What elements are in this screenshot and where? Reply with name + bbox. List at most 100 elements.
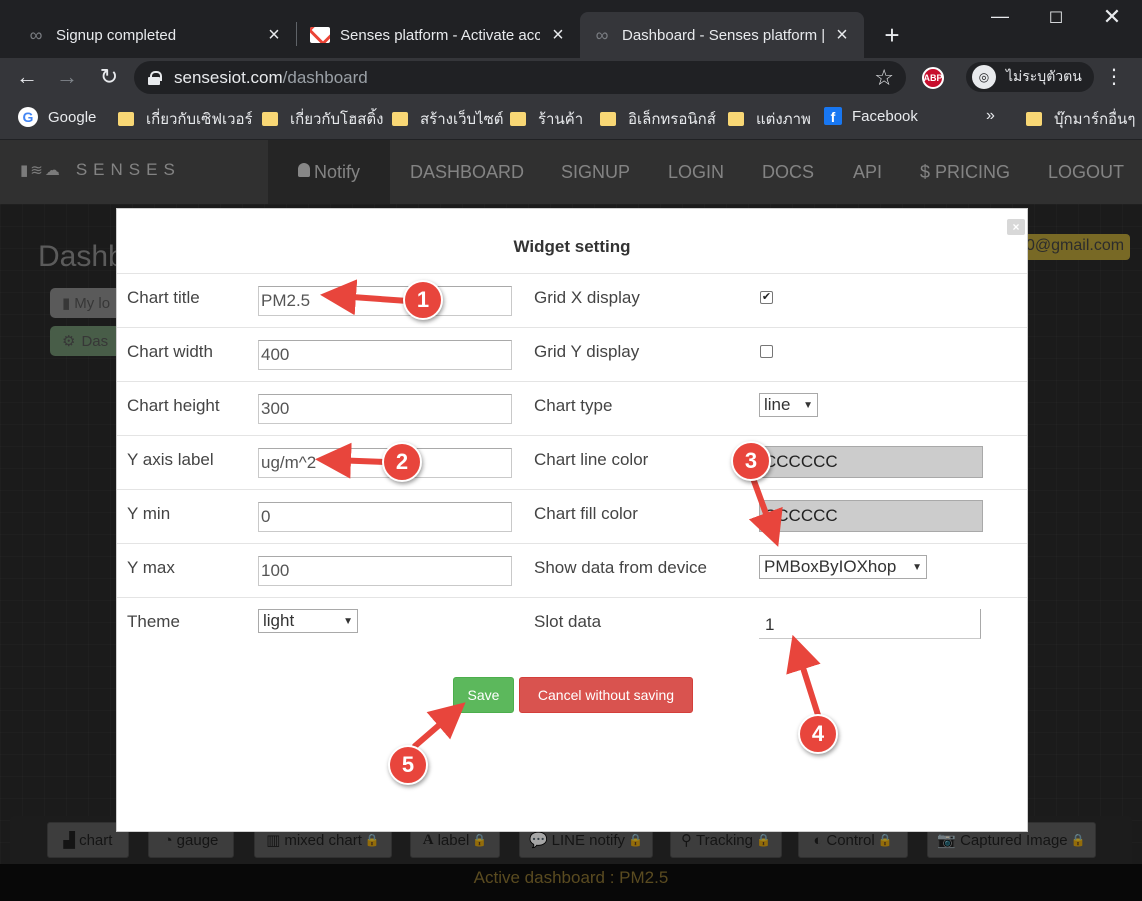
folder-icon	[510, 112, 526, 126]
chart-width-input[interactable]	[258, 340, 512, 370]
gmail-icon	[310, 27, 330, 43]
field-label: Grid Y display	[534, 342, 640, 361]
chart-fill-color-input[interactable]: CCCCCC	[759, 500, 983, 532]
window-close-icon[interactable]: ✕	[1100, 4, 1124, 30]
bookmarks-overflow[interactable]: »	[986, 107, 995, 125]
annotation-marker-5: 5	[388, 745, 428, 785]
field-label: Chart fill color	[534, 504, 638, 523]
minimize-icon[interactable]: —	[988, 6, 1012, 27]
widget-setting-modal: × Widget setting Chart title Grid X disp…	[116, 208, 1028, 832]
forward-icon[interactable]: →	[54, 64, 80, 90]
field-label: Chart type	[534, 396, 613, 415]
annotation-marker-1: 1	[403, 280, 443, 320]
dropdown-arrow-icon: ▼	[912, 561, 922, 573]
field-label: Grid X display	[534, 288, 640, 307]
loop-icon: ∞	[29, 24, 43, 45]
address-bar[interactable]: sensesiot.com/dashboard ☆	[134, 61, 906, 94]
annotation-marker-4: 4	[798, 714, 838, 754]
field-label: Chart width	[127, 342, 213, 361]
maximize-icon[interactable]: ☐	[1044, 8, 1068, 28]
field-label: Y max	[127, 558, 175, 577]
folder-icon	[392, 112, 408, 126]
select-value: line	[764, 395, 791, 414]
device-select[interactable]: PMBoxByIOXhop ▼	[759, 555, 927, 579]
field-label: Slot data	[534, 612, 602, 631]
bookmark-star-icon[interactable]: ☆	[874, 65, 894, 91]
bookmark-folder[interactable]: ร้านค้า	[510, 107, 583, 131]
folder-icon	[118, 112, 134, 126]
cancel-without-saving-button[interactable]: Cancel without saving	[519, 677, 693, 713]
settings-row: Theme light ▼ Slot data 1	[117, 597, 1027, 651]
field-label: Chart title	[127, 288, 200, 307]
url-host: sensesiot.com	[174, 67, 283, 87]
theme-select[interactable]: light ▼	[258, 609, 358, 633]
bookmark-folder[interactable]: สร้างเว็บไซต์	[392, 107, 504, 131]
field-label: Y min	[127, 504, 171, 523]
settings-row: Y min Chart fill color CCCCCC	[117, 489, 1027, 543]
bookmark-label: Google	[48, 108, 97, 126]
folder-icon	[600, 112, 616, 126]
browser-menu-icon[interactable]: ⋮	[1104, 64, 1124, 89]
bookmark-label: ร้านค้า	[538, 111, 584, 128]
new-tab-icon[interactable]: +	[880, 20, 904, 51]
save-button[interactable]: Save	[453, 677, 514, 713]
back-icon[interactable]: ←	[14, 64, 40, 90]
annotation-marker-3: 3	[731, 441, 771, 481]
tab-dashboard[interactable]: ∞ Dashboard - Senses platform | ×	[580, 12, 864, 58]
field-label: Y axis label	[127, 450, 214, 469]
y-min-input[interactable]	[258, 502, 512, 532]
field-label: Chart line color	[534, 450, 649, 469]
close-icon[interactable]: ×	[832, 24, 852, 47]
settings-row: Chart width Grid Y display	[117, 327, 1027, 381]
browser-tab-bar: ∞ Signup completed × Senses platform - A…	[0, 0, 1142, 58]
bookmark-google[interactable]: G Google	[18, 107, 96, 127]
lock-icon	[148, 70, 162, 85]
field-label: Chart height	[127, 396, 220, 415]
bookmark-folder[interactable]: แต่งภาพ	[728, 107, 811, 131]
facebook-icon: f	[824, 107, 842, 125]
incognito-icon: ◎	[972, 65, 996, 89]
modal-close-icon[interactable]: ×	[1007, 219, 1025, 235]
folder-icon	[262, 112, 278, 126]
settings-row: Chart title Grid X display ✔	[117, 273, 1027, 327]
dropdown-arrow-icon: ▼	[343, 615, 353, 627]
chart-height-input[interactable]	[258, 394, 512, 424]
adblock-icon[interactable]: ABP	[922, 67, 944, 89]
bookmark-facebook[interactable]: f Facebook	[824, 107, 918, 125]
chart-type-select[interactable]: line ▼	[759, 393, 818, 417]
url-path: /dashboard	[282, 67, 368, 87]
grid-y-checkbox[interactable]	[760, 345, 773, 358]
select-value: light	[263, 611, 295, 630]
tab-activate-account[interactable]: Senses platform - Activate acco ×	[298, 12, 580, 58]
grid-x-checkbox[interactable]: ✔	[760, 291, 773, 304]
bookmark-folder[interactable]: เกี่ยวกับโฮสติ้ง	[262, 107, 383, 131]
incognito-profile[interactable]: ◎ ไม่ระบุตัวตน	[966, 62, 1094, 92]
tab-title: Dashboard - Senses platform |	[622, 26, 824, 44]
chart-line-color-input[interactable]: CCCCCC	[759, 446, 983, 478]
tab-separator	[296, 22, 297, 46]
tab-title: Signup completed	[56, 26, 177, 44]
tab-signup-completed[interactable]: ∞ Signup completed ×	[14, 12, 296, 58]
bookmark-folder[interactable]: เกี่ยวกับเซิฟเวอร์	[118, 107, 253, 131]
bookmark-folder[interactable]: อิเล็กทรอนิกส์	[600, 107, 716, 131]
close-icon[interactable]: ×	[548, 24, 568, 47]
bookmark-other[interactable]: บุ๊กมาร์กอื่นๆ	[1026, 107, 1135, 131]
chart-title-input[interactable]	[258, 286, 512, 316]
folder-icon	[728, 112, 744, 126]
tab-title: Senses platform - Activate acco	[340, 26, 540, 44]
bookmark-label: อิเล็กทรอนิกส์	[628, 111, 716, 128]
bookmark-label: สร้างเว็บไซต์	[420, 111, 504, 128]
select-value: PMBoxByIOXhop	[764, 557, 897, 576]
bookmarks-bar: G Google เกี่ยวกับเซิฟเวอร์ เกี่ยวกับโฮส…	[0, 96, 1142, 140]
slot-data-input[interactable]: 1	[759, 609, 981, 639]
settings-row: Chart height Chart type line ▼	[117, 381, 1027, 435]
field-label: Theme	[127, 612, 180, 631]
y-max-input[interactable]	[258, 556, 512, 586]
settings-row: Y axis label Chart line color CCCCCC	[117, 435, 1027, 489]
close-icon[interactable]: ×	[264, 24, 284, 47]
loop-icon: ∞	[595, 24, 609, 45]
reload-icon[interactable]: ↻	[96, 64, 122, 90]
bookmark-label: บุ๊กมาร์กอื่นๆ	[1054, 111, 1136, 128]
bookmark-label: เกี่ยวกับเซิฟเวอร์	[146, 111, 253, 128]
settings-row: Y max Show data from device PMBoxByIOXho…	[117, 543, 1027, 597]
